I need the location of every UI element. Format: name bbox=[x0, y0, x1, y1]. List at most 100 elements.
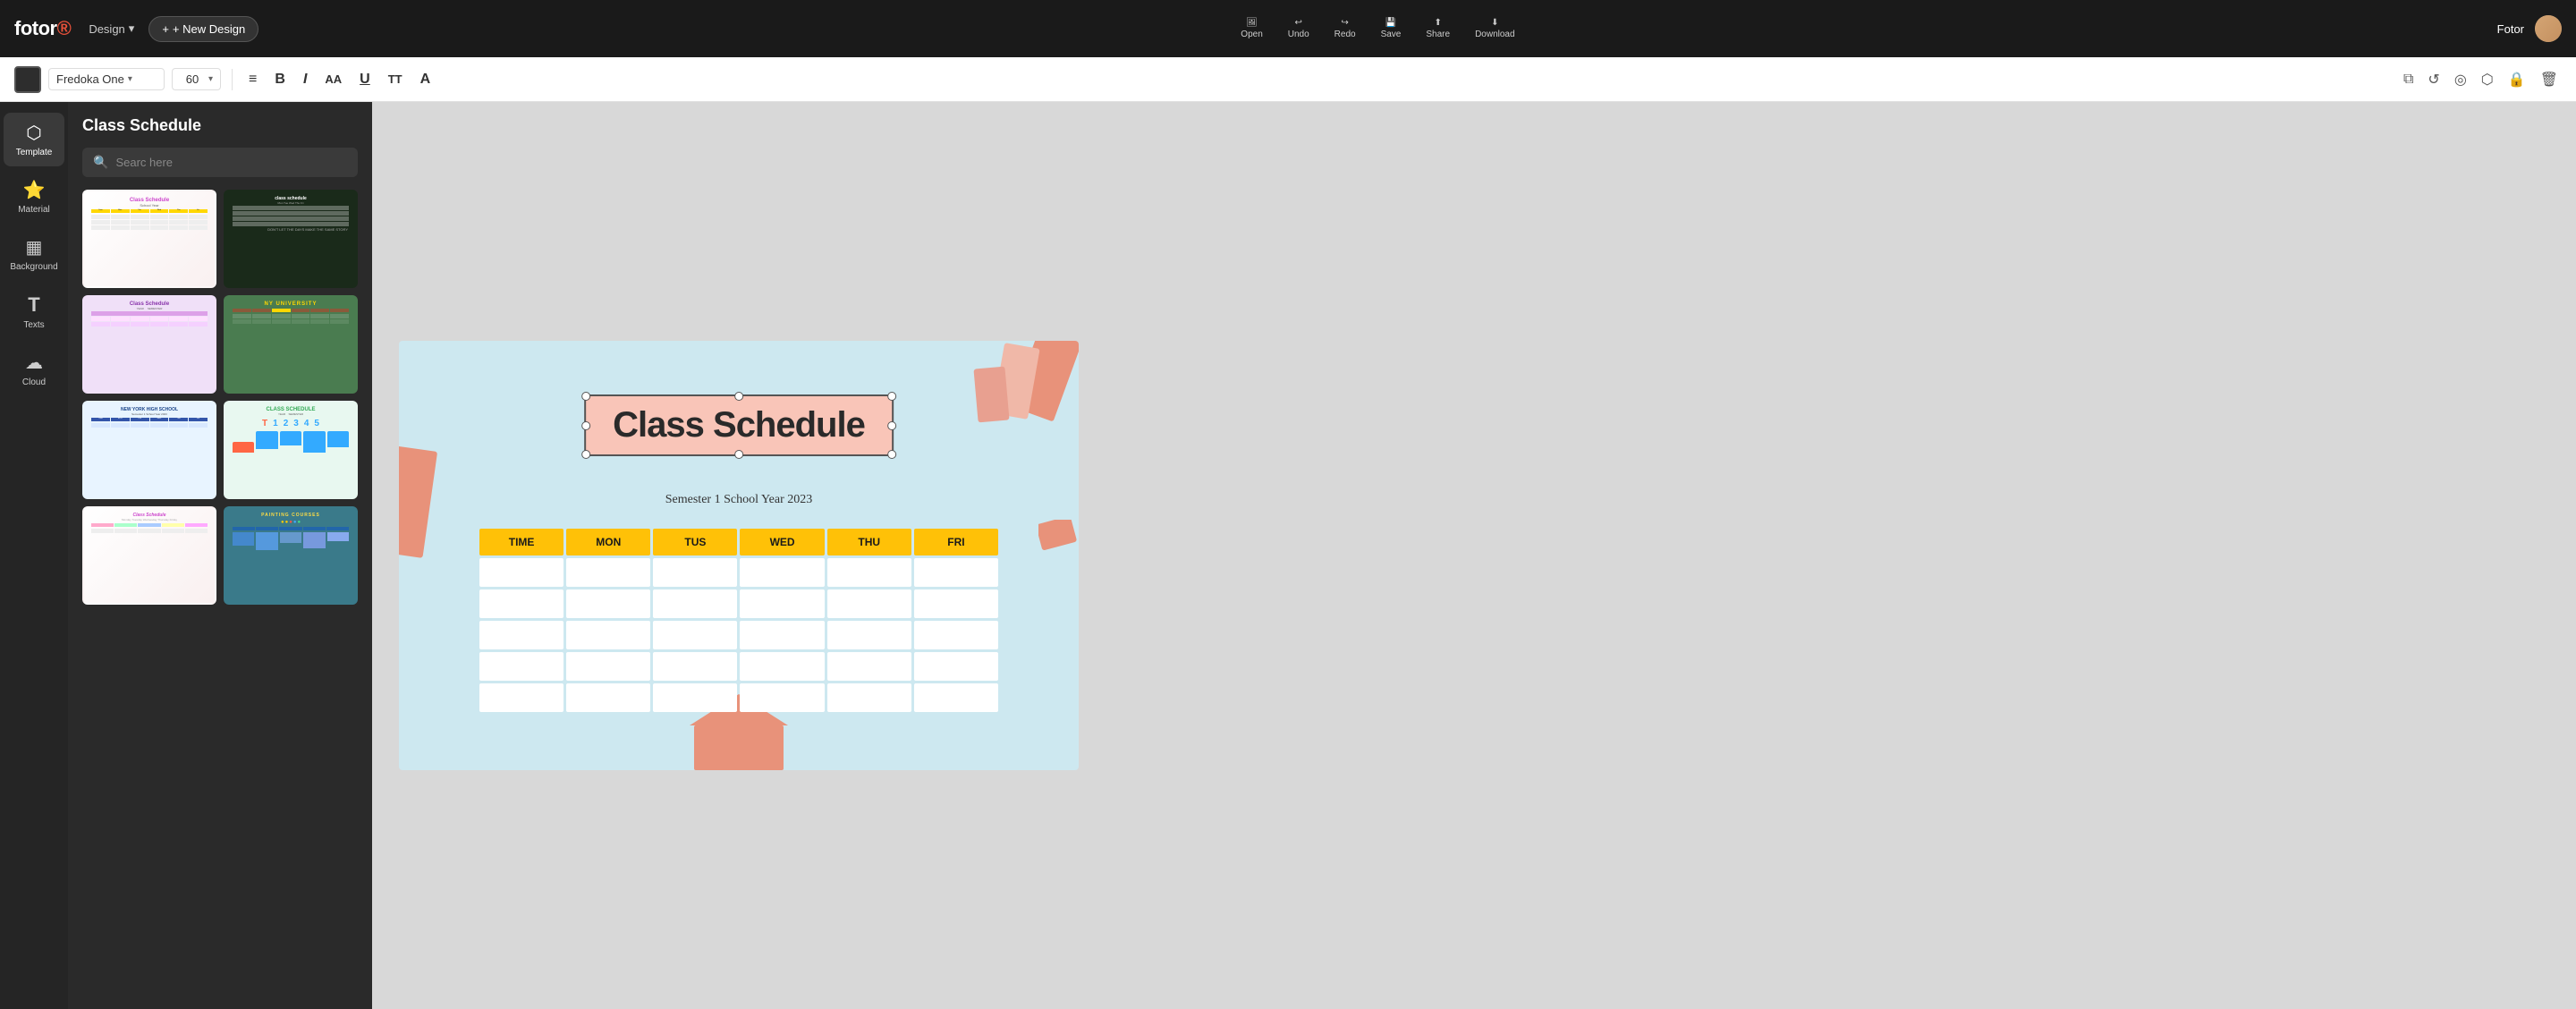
handle-br[interactable] bbox=[887, 450, 896, 459]
template-4-title: NY UNIVERSITY bbox=[230, 301, 352, 307]
share-tool[interactable]: ⬆ Share bbox=[1426, 18, 1450, 39]
redo-tool[interactable]: ↪ Redo bbox=[1335, 18, 1356, 39]
font-size-value[interactable]: 60 bbox=[180, 72, 205, 86]
text-color-button[interactable]: A bbox=[415, 68, 436, 91]
sidebar-item-background[interactable]: ▦ Background bbox=[4, 227, 64, 281]
sidebar-item-cloud[interactable]: ☁ Cloud bbox=[4, 343, 64, 396]
open-tool[interactable]: 🖼 Open bbox=[1241, 18, 1262, 39]
r4c4 bbox=[740, 652, 824, 681]
t5h5: THU bbox=[169, 418, 188, 421]
t7r1c3 bbox=[138, 529, 160, 533]
t5r1c3 bbox=[131, 423, 149, 428]
template-2-note: DON'T LET THE DAYS MAKE THE SAME STORY bbox=[230, 227, 352, 232]
t1r1c3 bbox=[131, 215, 149, 219]
table-row-3 bbox=[479, 621, 998, 649]
template-card-1[interactable]: Class Schedule School Year Time Mon Tue … bbox=[82, 190, 216, 288]
t4r1c3 bbox=[272, 314, 291, 318]
handle-tl[interactable] bbox=[581, 392, 590, 401]
save-tool[interactable]: 💾 Save bbox=[1381, 18, 1402, 39]
template-card-4[interactable]: NY UNIVERSITY bbox=[224, 295, 358, 394]
search-bar: 🔍 bbox=[82, 148, 358, 177]
font-selector[interactable]: Fredoka One ▾ bbox=[48, 68, 165, 90]
t1r3c4 bbox=[150, 225, 169, 230]
r1c2 bbox=[566, 558, 650, 587]
r2c6 bbox=[914, 589, 998, 618]
t1r2c2 bbox=[111, 220, 130, 225]
handle-tm[interactable] bbox=[734, 392, 743, 401]
handle-tr[interactable] bbox=[887, 392, 896, 401]
align-button[interactable]: ≡ bbox=[243, 68, 262, 91]
format-toolbar: Fredoka One ▾ 60 ▾ ≡ B I AA U TT A ⧉ ↺ ◎… bbox=[0, 57, 2576, 102]
deco-tr-3 bbox=[973, 367, 1009, 423]
template-7-row1 bbox=[91, 529, 208, 533]
template-card-5[interactable]: NEW YORK HIGH SCHOOL Semester 1 School Y… bbox=[82, 401, 216, 499]
header-tus: TUS bbox=[653, 529, 737, 555]
r3c4 bbox=[740, 621, 824, 649]
schedule-header: TIME MON TUS WED THU FRI bbox=[479, 529, 998, 555]
template-1-row1 bbox=[91, 215, 208, 219]
background-icon: ▦ bbox=[26, 236, 43, 259]
r5c3 bbox=[653, 683, 737, 712]
t1r3c6 bbox=[189, 225, 208, 230]
r3c6 bbox=[914, 621, 998, 649]
undo-label: Undo bbox=[1288, 30, 1309, 39]
sidebar-item-texts[interactable]: T Texts bbox=[4, 284, 64, 339]
download-tool[interactable]: ⬇ Download bbox=[1475, 18, 1514, 39]
handle-bl[interactable] bbox=[581, 450, 590, 459]
lock-button[interactable]: 🔒 bbox=[2504, 67, 2529, 92]
italic-button[interactable]: I bbox=[298, 68, 312, 91]
bold-button[interactable]: B bbox=[269, 68, 291, 91]
template-card-3[interactable]: Class Schedule YEAR SEMESTER bbox=[82, 295, 216, 394]
open-label: Open bbox=[1241, 30, 1262, 39]
canvas[interactable]: Class Schedule Semester 1 School Year 20… bbox=[399, 341, 1079, 770]
sidebar-cloud-label: Cloud bbox=[22, 377, 46, 387]
r1c4 bbox=[740, 558, 824, 587]
t8chart2 bbox=[256, 532, 277, 550]
t5r1c4 bbox=[150, 423, 169, 428]
avatar[interactable] bbox=[2535, 15, 2562, 42]
sidebar-template-label: Template bbox=[16, 148, 53, 157]
t7r1c4 bbox=[162, 529, 184, 533]
text-transform-button[interactable]: TT bbox=[383, 69, 408, 89]
table-row-1 bbox=[479, 558, 998, 587]
template-3-row1 bbox=[91, 317, 208, 321]
template-icon: ⬡ bbox=[26, 122, 41, 144]
letter-spacing-button[interactable]: AA bbox=[319, 69, 347, 89]
delete-button[interactable]: 🗑 bbox=[2537, 67, 2562, 92]
r4c6 bbox=[914, 652, 998, 681]
layers-button[interactable]: ⬡ bbox=[2478, 67, 2497, 92]
handle-rm[interactable] bbox=[887, 421, 896, 430]
handle-lm[interactable] bbox=[581, 421, 590, 430]
duplicate-button[interactable]: ⧉ bbox=[2400, 68, 2417, 91]
underline-button[interactable]: U bbox=[354, 68, 376, 91]
color-swatch[interactable] bbox=[14, 66, 41, 93]
t3r2c3 bbox=[131, 322, 149, 326]
new-design-button[interactable]: + + New Design bbox=[148, 16, 258, 42]
design-button[interactable]: Design ▾ bbox=[89, 21, 134, 36]
template-4-row1 bbox=[233, 314, 349, 318]
t6bar4 bbox=[303, 431, 325, 453]
search-input[interactable] bbox=[115, 156, 347, 169]
panel-title: Class Schedule bbox=[82, 116, 358, 135]
rotate-button[interactable]: ↺ bbox=[2424, 67, 2443, 92]
table-row-5 bbox=[479, 683, 998, 712]
template-card-7[interactable]: Class Schedule Monday Tuesday Wednesday … bbox=[82, 506, 216, 605]
template-card-8[interactable]: PAINTING COURSES ● ● ● ● ● bbox=[224, 506, 358, 605]
template-2-line2 bbox=[233, 211, 349, 216]
canvas-area: Class Schedule Semester 1 School Year 20… bbox=[372, 102, 2576, 1009]
header-mon: MON bbox=[566, 529, 650, 555]
r2c1 bbox=[479, 589, 564, 618]
undo-tool[interactable]: ↩ Undo bbox=[1288, 18, 1309, 39]
toolbar-center: 🖼 Open ↩ Undo ↪ Redo 💾 Save ⬆ Share ⬇ Do… bbox=[258, 18, 2496, 39]
handle-bm[interactable] bbox=[734, 450, 743, 459]
sidebar-item-material[interactable]: ⭐ Material bbox=[4, 170, 64, 224]
template-card-6[interactable]: CLASS SCHEDULE YEAR SEMESTER T 1 2 3 4 5 bbox=[224, 401, 358, 499]
title-box[interactable]: Class Schedule bbox=[584, 394, 894, 456]
crop-button[interactable]: ◎ bbox=[2451, 67, 2470, 92]
canvas-wrapper: Class Schedule Semester 1 School Year 20… bbox=[399, 341, 1079, 770]
template-5-row1 bbox=[91, 423, 208, 428]
sidebar-item-template[interactable]: ⬡ Template bbox=[4, 113, 64, 166]
template-card-2[interactable]: class schedule Mon Tue Wed Thu Fri DON'T… bbox=[224, 190, 358, 288]
t3r2c4 bbox=[150, 322, 169, 326]
t8h4 bbox=[303, 527, 326, 530]
